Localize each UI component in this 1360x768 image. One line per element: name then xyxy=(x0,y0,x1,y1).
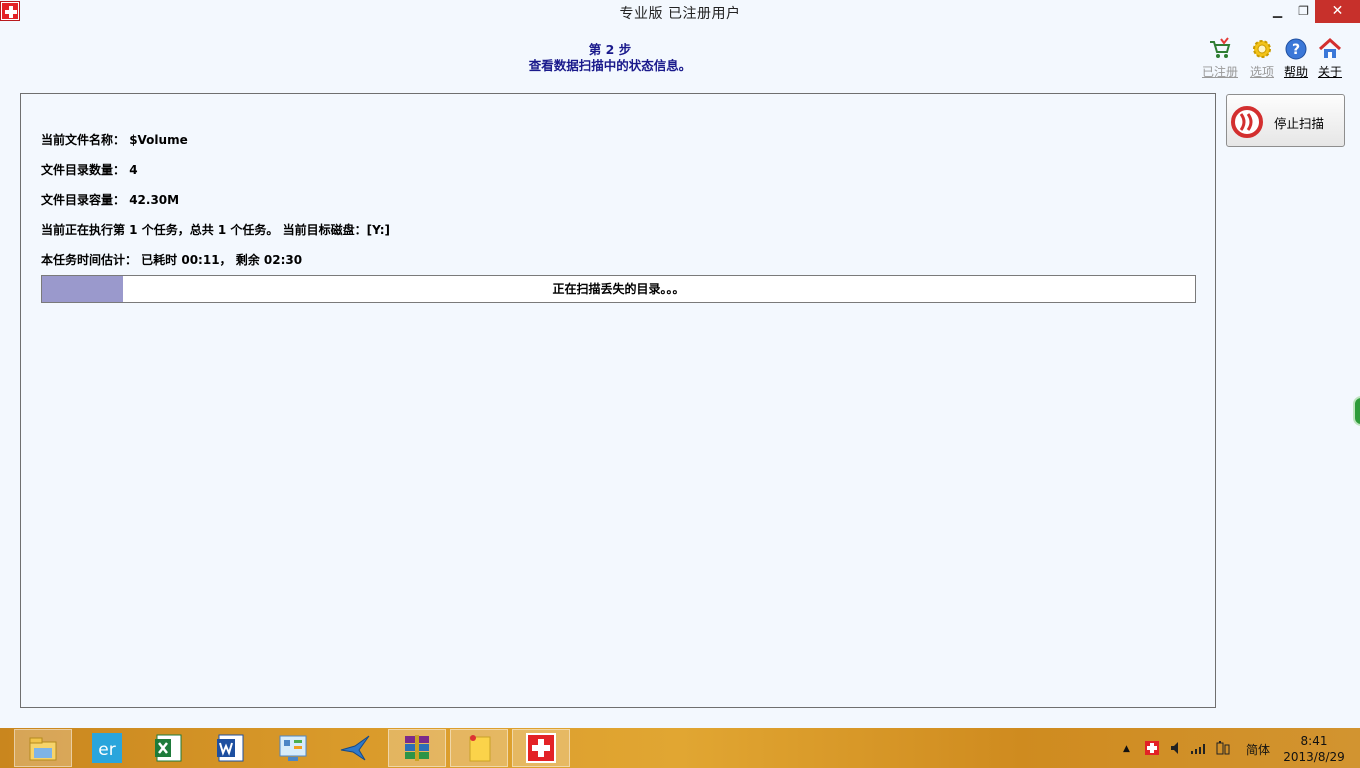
clock-date: 2013/8/29 xyxy=(1283,750,1345,764)
taskbar-sticky-notes[interactable] xyxy=(450,729,508,767)
tray-recovery-icon[interactable] xyxy=(1144,740,1160,756)
taskbar-recovery-app[interactable] xyxy=(512,729,570,767)
clock-time: 8:41 xyxy=(1300,734,1328,748)
volume-icon[interactable] xyxy=(1170,741,1182,755)
taskbar-bird-app[interactable] xyxy=(326,729,384,767)
dir-count-value: 4 xyxy=(129,163,138,177)
scan-progress-bar: 正在扫描丢失的目录。。。 xyxy=(41,275,1196,303)
taskbar-control-panel[interactable] xyxy=(264,729,322,767)
restore-button[interactable]: ❐ xyxy=(1290,0,1317,23)
svg-text:?: ? xyxy=(1292,42,1300,58)
about-label: 关于 xyxy=(1317,65,1342,79)
recovery-app-icon xyxy=(526,733,556,763)
window-title: 专业版 已注册用户 xyxy=(619,6,741,22)
taskbar-excel[interactable] xyxy=(140,729,198,767)
dir-size-value: 42.30M xyxy=(129,193,180,207)
gear-icon xyxy=(1253,40,1271,58)
stop-icon xyxy=(1231,106,1263,138)
dir-count-row: 文件目录数量： 4 xyxy=(41,161,138,178)
dir-count-label: 文件目录数量： xyxy=(41,163,126,177)
taskbar-er-app[interactable]: er xyxy=(78,729,136,767)
er-app-icon: er xyxy=(92,733,122,763)
taskbar-word[interactable] xyxy=(202,729,260,767)
progress-text: 正在扫描丢失的目录。。。 xyxy=(552,282,685,296)
step-header: 第 2 步 查看数据扫描中的状态信息。 xyxy=(400,42,820,74)
registered-label: 已注册 xyxy=(1201,65,1238,79)
help-icon: ? xyxy=(1285,38,1307,60)
time-estimate-text: 本任务时间估计： 已耗时 00:11， 剩余 02:30 xyxy=(41,253,303,267)
current-file-row: 当前文件名称： $Volume xyxy=(41,131,188,148)
home-icon xyxy=(1318,37,1342,58)
winrar-icon xyxy=(405,735,429,761)
minimize-button[interactable]: ▁ xyxy=(1264,0,1291,23)
close-button[interactable]: ✕ xyxy=(1315,0,1360,23)
registered-button[interactable]: 已注册 xyxy=(1200,37,1240,80)
excel-icon xyxy=(155,734,182,762)
task-status-text: 当前正在执行第 1 个任务，总共 1 个任务。 当前目标磁盘：[Y:] xyxy=(41,223,391,237)
dir-size-label: 文件目录容量： xyxy=(41,193,126,207)
dir-size-row: 文件目录容量： 42.30M xyxy=(41,191,179,208)
control-panel-icon xyxy=(279,735,307,761)
cart-icon xyxy=(1210,37,1231,58)
step-subtitle: 查看数据扫描中的状态信息。 xyxy=(528,58,692,73)
stop-scan-label: 停止扫描 xyxy=(1274,116,1325,131)
stop-scan-button[interactable]: 停止扫描 xyxy=(1226,94,1345,147)
sticky-notes-icon xyxy=(469,735,491,762)
taskbar-file-explorer[interactable] xyxy=(14,729,72,767)
title-bar: 专业版 已注册用户 ▁ ❐ ✕ xyxy=(0,0,1360,23)
file-explorer-icon xyxy=(29,737,57,761)
taskbar-winrar[interactable] xyxy=(388,729,446,767)
ime-indicator[interactable]: 简体 xyxy=(1246,741,1270,758)
word-icon xyxy=(217,734,244,762)
tray-overflow-icon[interactable]: ▲ xyxy=(1123,744,1130,754)
scan-status-panel: 当前文件名称： $Volume 文件目录数量： 4 文件目录容量： 42.30M… xyxy=(20,93,1216,708)
about-button[interactable]: 关于 xyxy=(1310,37,1350,80)
current-file-label: 当前文件名称： xyxy=(41,133,126,147)
svg-text:er: er xyxy=(98,740,115,760)
bird-app-icon xyxy=(340,735,370,761)
battery-icon[interactable] xyxy=(1215,740,1231,756)
current-file-value: $Volume xyxy=(129,133,188,147)
edge-widget-icon[interactable] xyxy=(1353,396,1360,426)
clock[interactable]: 8:41 2013/8/29 xyxy=(1283,733,1345,765)
signal-icon[interactable] xyxy=(1190,741,1208,755)
step-number: 第 2 步 xyxy=(588,42,632,57)
